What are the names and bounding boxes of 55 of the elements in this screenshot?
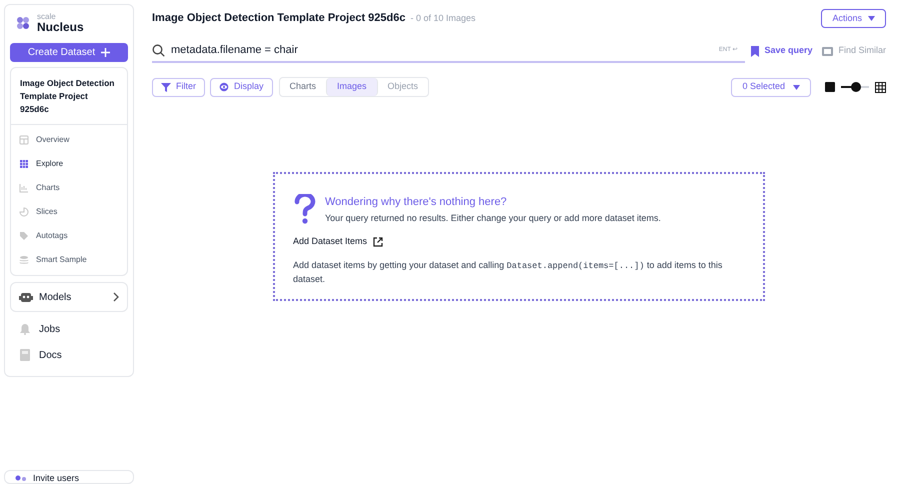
empty-state-message: Your query returned no results. Either change your query or add more dataset items. — [325, 212, 661, 225]
actions-button[interactable]: Actions — [821, 9, 886, 28]
image-icon — [822, 46, 834, 56]
slider-thumb[interactable] — [851, 82, 862, 92]
view-tab[interactable]: Charts — [280, 78, 326, 96]
nav-item[interactable]: Charts — [11, 176, 127, 200]
page-title: Image Object Detection Template Project 925d6c — [152, 11, 406, 26]
display-button[interactable]: Display — [210, 78, 273, 96]
empty-state-description: Add dataset items by getting your dataset and calling Dataset.append(items=[...]) to add items to this dataset. — [293, 258, 724, 286]
logo-icon — [15, 15, 31, 31]
invite-users-label: Invite users — [33, 473, 80, 483]
robot-icon — [19, 291, 33, 303]
grid-icon — [875, 82, 886, 92]
question-mark-icon — [293, 194, 317, 224]
square-icon — [825, 82, 835, 92]
filter-button[interactable]: Filter — [152, 78, 205, 96]
charts-icon — [19, 183, 29, 193]
create-dataset-button[interactable]: Create Dataset — [10, 43, 128, 62]
selected-dropdown[interactable]: 0 Selected — [731, 78, 811, 96]
nav-item[interactable]: Autotags — [11, 224, 127, 248]
sidebar-link[interactable]: Jobs — [10, 316, 128, 342]
slices-icon — [19, 207, 29, 217]
caret-icon — [793, 84, 800, 90]
external-link-icon — [373, 236, 384, 247]
explore-icon — [19, 159, 29, 169]
empty-state-title: Wondering why there's nothing here? — [325, 195, 508, 210]
bookmark-icon — [751, 46, 760, 56]
models-item[interactable]: Models — [10, 282, 128, 312]
plus-icon — [101, 48, 110, 57]
funnel-icon — [161, 82, 171, 92]
project-title: Image Object Detection Template Project 925d6c — [11, 68, 127, 125]
users-icon — [15, 475, 27, 483]
search-icon — [152, 44, 165, 56]
search-input[interactable]: metadata.filename = chair — [171, 42, 713, 58]
nav-item[interactable]: Slices — [11, 200, 127, 224]
save-query-button[interactable]: Save query — [745, 44, 818, 58]
sidebar-link[interactable]: Docs — [10, 342, 128, 368]
image-count: - 0 of 10 Images — [410, 12, 476, 25]
eye-icon — [219, 82, 229, 92]
zoom-slider[interactable] — [841, 81, 869, 93]
nav-item[interactable]: Explore — [11, 152, 127, 176]
brand-name: Nucleus — [37, 21, 84, 33]
brand-caption: scale — [37, 13, 57, 21]
view-tab[interactable]: Images — [326, 78, 378, 96]
nav-item[interactable]: Overview — [11, 128, 127, 152]
tag-icon — [19, 231, 29, 241]
chevron-right-icon — [113, 292, 119, 302]
book-icon — [19, 349, 31, 361]
nav-item[interactable]: Smart Sample — [11, 248, 127, 272]
overview-icon — [19, 135, 29, 145]
invite-bar[interactable]: Invite users — [4, 470, 134, 484]
caret-icon — [868, 16, 875, 21]
bell-icon — [19, 323, 31, 335]
add-dataset-items-link[interactable]: Add Dataset Items — [293, 235, 384, 248]
database-icon — [19, 255, 29, 265]
